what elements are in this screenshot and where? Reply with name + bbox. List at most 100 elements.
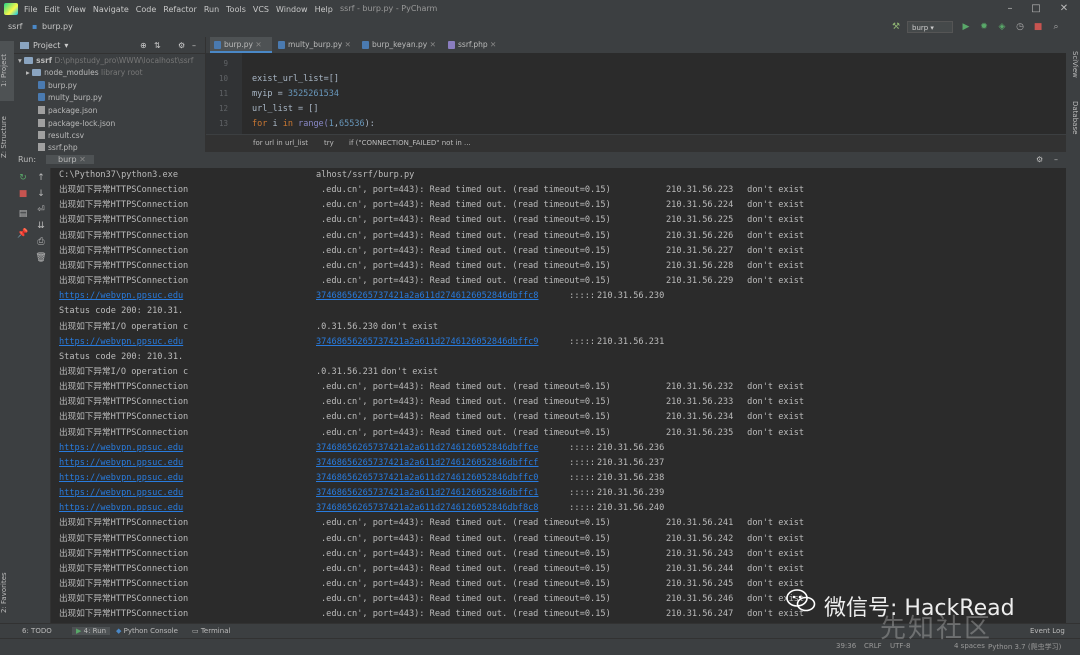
code-line: exist_url_list=[] bbox=[252, 74, 339, 84]
collapse-icon[interactable]: ⇅ bbox=[154, 41, 161, 50]
menu-navigate[interactable]: Navigate bbox=[93, 5, 129, 14]
menu-run[interactable]: Run bbox=[204, 5, 219, 14]
console-link[interactable]: https://webvpn.ppsuc.edu bbox=[59, 441, 183, 455]
menu-edit[interactable]: Edit bbox=[44, 5, 60, 14]
console-link[interactable]: https://webvpn.ppsuc.edu bbox=[59, 471, 183, 485]
menu-tools[interactable]: Tools bbox=[226, 5, 246, 14]
run-tab[interactable]: burp ✕ bbox=[46, 155, 94, 164]
coverage-icon[interactable]: ◈ bbox=[996, 21, 1008, 33]
tree-item-file[interactable]: result.csv bbox=[38, 131, 84, 140]
locate-icon[interactable]: ⊕ bbox=[140, 41, 147, 50]
console-link[interactable]: 37468656265737421a2a611d2746126052846dbf… bbox=[316, 456, 538, 470]
tree-root-label: ssrf bbox=[36, 56, 53, 65]
menu-code[interactable]: Code bbox=[136, 5, 156, 14]
breadcrumb-project[interactable]: ssrf bbox=[8, 22, 22, 31]
event-log-button[interactable]: Event Log bbox=[1030, 627, 1065, 635]
hide-icon[interactable]: – bbox=[1054, 155, 1058, 164]
stop-icon[interactable]: ■ bbox=[1032, 21, 1044, 33]
close-icon[interactable]: ✕ bbox=[490, 40, 496, 49]
console-link[interactable]: 37468656265737421a2a611d2746126052846dbf… bbox=[316, 471, 538, 485]
hammer-icon[interactable]: ⚒ bbox=[890, 21, 902, 33]
tool-tab-todo[interactable]: 6: TODO bbox=[22, 627, 52, 635]
console-link[interactable]: https://webvpn.ppsuc.edu bbox=[59, 335, 183, 349]
breadcrumb-item[interactable]: for url in url_list bbox=[253, 139, 308, 147]
console-text: don't exist bbox=[742, 548, 805, 559]
console-text: .edu.cn', port=443): Read timed out. (re… bbox=[321, 579, 611, 590]
console-link[interactable]: 37468656265737421a2a611d2746126052846dbf… bbox=[316, 289, 538, 303]
scroll-to-end-icon[interactable]: ⇊ bbox=[35, 220, 47, 232]
tree-item-file[interactable]: package-lock.json bbox=[38, 119, 115, 128]
profile-icon[interactable]: ◷ bbox=[1014, 21, 1026, 33]
code-editor[interactable]: 9 10 11 12 13 exist_url_list=[] myip = 3… bbox=[206, 53, 1066, 134]
arrow-down-icon[interactable]: ↓ bbox=[35, 188, 47, 200]
gear-icon[interactable]: ⚙ bbox=[178, 41, 185, 50]
tab-label: burp_keyan.py bbox=[372, 40, 428, 49]
console-text: .edu.cn', port=443): Read timed out. (re… bbox=[321, 427, 611, 438]
print-icon[interactable]: ⎙ bbox=[35, 236, 47, 248]
menu-refactor[interactable]: Refactor bbox=[163, 5, 197, 14]
breadcrumb-item[interactable]: if ("CONNECTION_FAILED" not in ... bbox=[349, 139, 471, 147]
tree-item-file[interactable]: burp.py bbox=[38, 81, 77, 90]
menu-help[interactable]: Help bbox=[315, 5, 333, 14]
console-text: 出现如下异常HTTPSConnection bbox=[59, 609, 189, 620]
tab-burp-py[interactable]: burp.py ✕ bbox=[210, 37, 272, 53]
minimize-icon[interactable]: – bbox=[1003, 2, 1017, 16]
gear-icon[interactable]: ⚙ bbox=[1036, 155, 1043, 164]
tree-item-node-modules[interactable]: ▸ node_modules library root bbox=[26, 68, 143, 77]
breadcrumb-item[interactable]: try bbox=[324, 139, 334, 147]
console-ip: 210.31.56.229 bbox=[666, 276, 734, 287]
menu-vcs[interactable]: VCS bbox=[253, 5, 269, 14]
hide-icon[interactable]: – bbox=[192, 41, 196, 50]
interpreter-select[interactable]: Python 3.7 (爬虫学习) bbox=[988, 642, 1061, 652]
layout-icon[interactable]: ▤ bbox=[17, 208, 29, 220]
stop-icon[interactable]: ■ bbox=[17, 188, 29, 200]
menu-view[interactable]: View bbox=[67, 5, 86, 14]
rerun-icon[interactable]: ↻ bbox=[17, 172, 29, 184]
tool-tab-structure[interactable]: Z: Structure bbox=[0, 107, 14, 167]
console-link[interactable]: 37468656265737421a2a611d2746126052846dbf… bbox=[316, 441, 538, 455]
console-link[interactable]: https://webvpn.ppsuc.edu bbox=[59, 501, 183, 515]
close-icon[interactable]: ✕ bbox=[345, 40, 351, 49]
project-panel-title[interactable]: Project bbox=[33, 41, 60, 50]
menu-window[interactable]: Window bbox=[276, 5, 308, 14]
close-icon[interactable]: ✕ bbox=[430, 40, 436, 49]
close-icon[interactable]: ✕ bbox=[79, 155, 86, 164]
tree-root[interactable]: ▾ ssrf D:\phpstudy_pro\WWW\localhost\ssr… bbox=[18, 56, 193, 65]
maximize-icon[interactable]: □ bbox=[1029, 2, 1043, 16]
breadcrumb-file[interactable]: burp.py bbox=[42, 22, 73, 31]
console-link[interactable]: https://webvpn.ppsuc.edu bbox=[59, 289, 183, 303]
tree-item-file[interactable]: package.json bbox=[38, 106, 97, 115]
close-icon[interactable]: ✕ bbox=[255, 40, 261, 49]
debug-icon[interactable]: ✹ bbox=[978, 21, 990, 33]
tree-item-file[interactable]: ssrf.php bbox=[38, 143, 78, 152]
tab-multy-burp-py[interactable]: multy_burp.py ✕ bbox=[274, 37, 356, 53]
tool-tab-project[interactable]: 1: Project bbox=[0, 41, 14, 101]
pin-icon[interactable]: 📌 bbox=[17, 228, 29, 240]
trash-icon[interactable]: 🗑 bbox=[35, 252, 47, 264]
console-link[interactable]: 37468656265737421a2a611d2746126052846dbf… bbox=[316, 501, 538, 515]
tool-tab-favorites[interactable]: 2: Favorites bbox=[0, 565, 14, 621]
caret-position[interactable]: 39:36 bbox=[836, 642, 856, 650]
run-config-select[interactable]: burp ▾ bbox=[907, 21, 953, 33]
soft-wrap-icon[interactable]: ⏎ bbox=[35, 204, 47, 216]
console-text: .edu.cn', port=443): Read timed out. (re… bbox=[321, 215, 611, 226]
tool-tab-sciview[interactable]: SciView bbox=[1067, 51, 1079, 91]
tool-tab-run[interactable]: ▶ 4: Run bbox=[72, 627, 111, 635]
run-console[interactable]: C:\Python37\python3.exe alhost/ssrf/burp.… bbox=[51, 168, 1066, 623]
close-icon[interactable]: ✕ bbox=[1057, 2, 1071, 16]
console-link[interactable]: 37468656265737421a2a611d2746126052846dbf… bbox=[316, 335, 538, 349]
tool-tab-database[interactable]: Database bbox=[1067, 101, 1079, 141]
tool-tab-terminal[interactable]: ▭ Terminal bbox=[192, 627, 230, 635]
menu-file[interactable]: File bbox=[24, 5, 37, 14]
tab-burp-keyan-py[interactable]: burp_keyan.py ✕ bbox=[358, 37, 442, 53]
console-link[interactable]: 37468656265737421a2a611d2746126052846dbf… bbox=[316, 486, 538, 500]
console-link[interactable]: https://webvpn.ppsuc.edu bbox=[59, 456, 183, 470]
tab-ssrf-php[interactable]: ssrf.php ✕ bbox=[444, 37, 506, 53]
console-link[interactable]: https://webvpn.ppsuc.edu bbox=[59, 486, 183, 500]
tool-tab-python-console[interactable]: ◆ Python Console bbox=[116, 627, 178, 635]
tree-item-file[interactable]: multy_burp.py bbox=[38, 93, 102, 102]
chevron-down-icon[interactable]: ▾ bbox=[64, 41, 68, 50]
arrow-up-icon[interactable]: ↑ bbox=[35, 172, 47, 184]
run-icon[interactable]: ▶ bbox=[960, 21, 972, 33]
search-icon[interactable]: ⌕ bbox=[1050, 21, 1062, 33]
